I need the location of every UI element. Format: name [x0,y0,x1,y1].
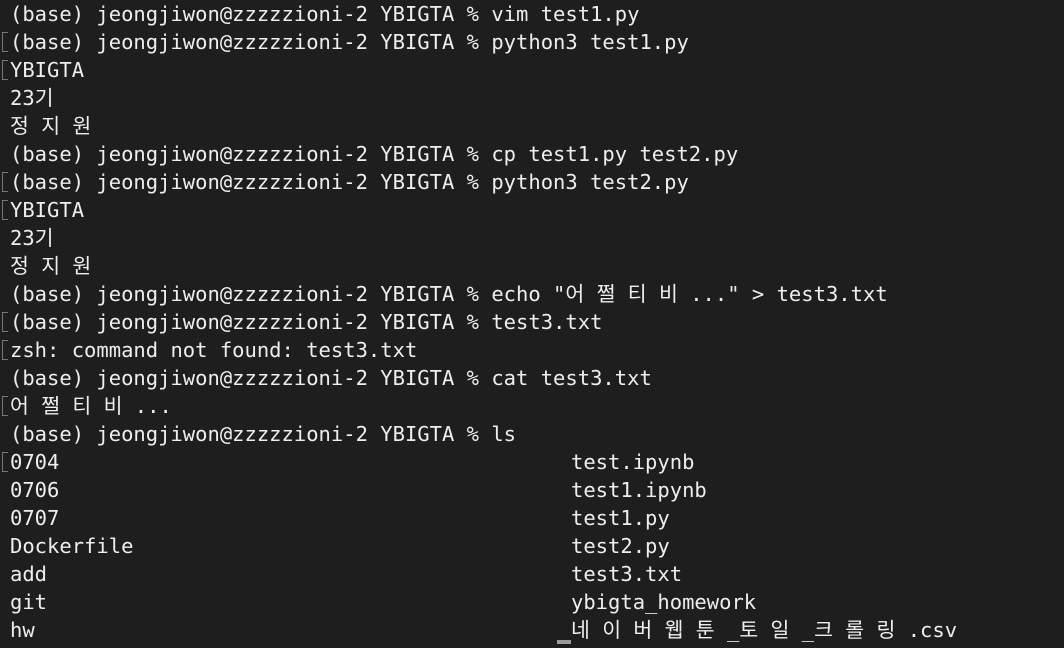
terminal-line: YBIGTA [0,56,1064,84]
ls-entry-right: test1.ipynb [571,478,707,502]
terminal-line: (base) jeongjiwon@zzzzzioni-2 YBIGTA % c… [0,364,1064,392]
ls-entry-right: test2.py [571,534,670,558]
bracket-mark-icon [2,312,8,332]
ls-output-row: 0706 test1.ipynb [0,476,1064,504]
terminal-line-text: 정 지 원 [10,254,92,278]
terminal-line: (base) jeongjiwon@zzzzzioni-2 YBIGTA % p… [0,28,1064,56]
terminal-line: 어 쩔 티 비 ... [0,392,1064,420]
terminal-line: YBIGTA [0,196,1064,224]
ls-entry-left: hw [10,618,35,642]
terminal-line-text: YBIGTA [10,58,85,82]
terminal-line: (base) jeongjiwon@zzzzzioni-2 YBIGTA % v… [0,0,1064,28]
bracket-mark-icon [2,200,8,220]
ls-output-row: git ybigta_homework [0,588,1064,616]
ls-entry-left: 0707 [10,506,60,530]
ls-output-row: add test3.txt [0,560,1064,588]
terminal-line-text: YBIGTA [10,198,85,222]
ls-entry-right: test.ipynb [571,450,695,474]
terminal-line-text: (base) jeongjiwon@zzzzzioni-2 YBIGTA % v… [10,2,640,26]
terminal-line-text: 23기 [10,86,54,110]
ls-output-row: hw 네 이 버 웹 툰 _토 일 _크 롤 링 .csv [0,616,1064,644]
terminal-line: (base) jeongjiwon@zzzzzioni-2 YBIGTA % l… [0,420,1064,448]
bracket-mark-icon [2,396,8,416]
terminal-line-text: 23기 [10,226,54,250]
ls-entry-left: add [10,562,48,586]
text-cursor [557,640,571,644]
terminal-line-text: (base) jeongjiwon@zzzzzioni-2 YBIGTA % c… [10,142,739,166]
terminal-line-text: (base) jeongjiwon@zzzzzioni-2 YBIGTA % p… [10,30,689,54]
ls-entry-left: 0704 [10,450,60,474]
bracket-mark-icon [2,60,8,80]
terminal-line-text: 어 쩔 티 비 ... [10,394,172,418]
ls-entry-right: ybigta_homework [571,590,757,614]
terminal-line: 23기 [0,84,1064,112]
bracket-mark-icon [2,452,8,472]
terminal-line-text: (base) jeongjiwon@zzzzzioni-2 YBIGTA % t… [10,310,603,334]
terminal-line-text: 정 지 원 [10,114,92,138]
ls-entry-left: git [10,590,48,614]
ls-entry-left: Dockerfile [10,534,134,558]
terminal-line: 정 지 원 [0,252,1064,280]
ls-entry-right: 네 이 버 웹 툰 _토 일 _크 롤 링 .csv [571,618,958,642]
ls-output-row: 0704 test.ipynb [0,448,1064,476]
terminal-line-text: zsh: command not found: test3.txt [10,338,418,362]
terminal-line: 정 지 원 [0,112,1064,140]
ls-entry-right: test3.txt [571,562,683,586]
terminal-output: (base) jeongjiwon@zzzzzioni-2 YBIGTA % v… [0,0,1064,644]
terminal-line: (base) jeongjiwon@zzzzzioni-2 YBIGTA % p… [0,168,1064,196]
ls-output-row: 0707 test1.py [0,504,1064,532]
terminal-line-text: (base) jeongjiwon@zzzzzioni-2 YBIGTA % c… [10,366,652,390]
terminal-line-text: (base) jeongjiwon@zzzzzioni-2 YBIGTA % p… [10,170,689,194]
ls-entry-right: test1.py [571,506,670,530]
terminal-line: (base) jeongjiwon@zzzzzioni-2 YBIGTA % e… [0,280,1064,308]
terminal-line: zsh: command not found: test3.txt [0,336,1064,364]
terminal-line: (base) jeongjiwon@zzzzzioni-2 YBIGTA % t… [0,308,1064,336]
terminal-line: 23기 [0,224,1064,252]
ls-output-row: Dockerfile test2.py [0,532,1064,560]
ls-entry-left: 0706 [10,478,60,502]
terminal-line-text: (base) jeongjiwon@zzzzzioni-2 YBIGTA % l… [10,422,517,446]
terminal-line: (base) jeongjiwon@zzzzzioni-2 YBIGTA % c… [0,140,1064,168]
bracket-mark-icon [2,32,8,52]
terminal-line-text: (base) jeongjiwon@zzzzzioni-2 YBIGTA % e… [10,282,888,306]
bracket-mark-icon [2,172,8,192]
terminal-window[interactable]: (base) jeongjiwon@zzzzzioni-2 YBIGTA % v… [0,0,1064,648]
bracket-mark-icon [2,340,8,360]
